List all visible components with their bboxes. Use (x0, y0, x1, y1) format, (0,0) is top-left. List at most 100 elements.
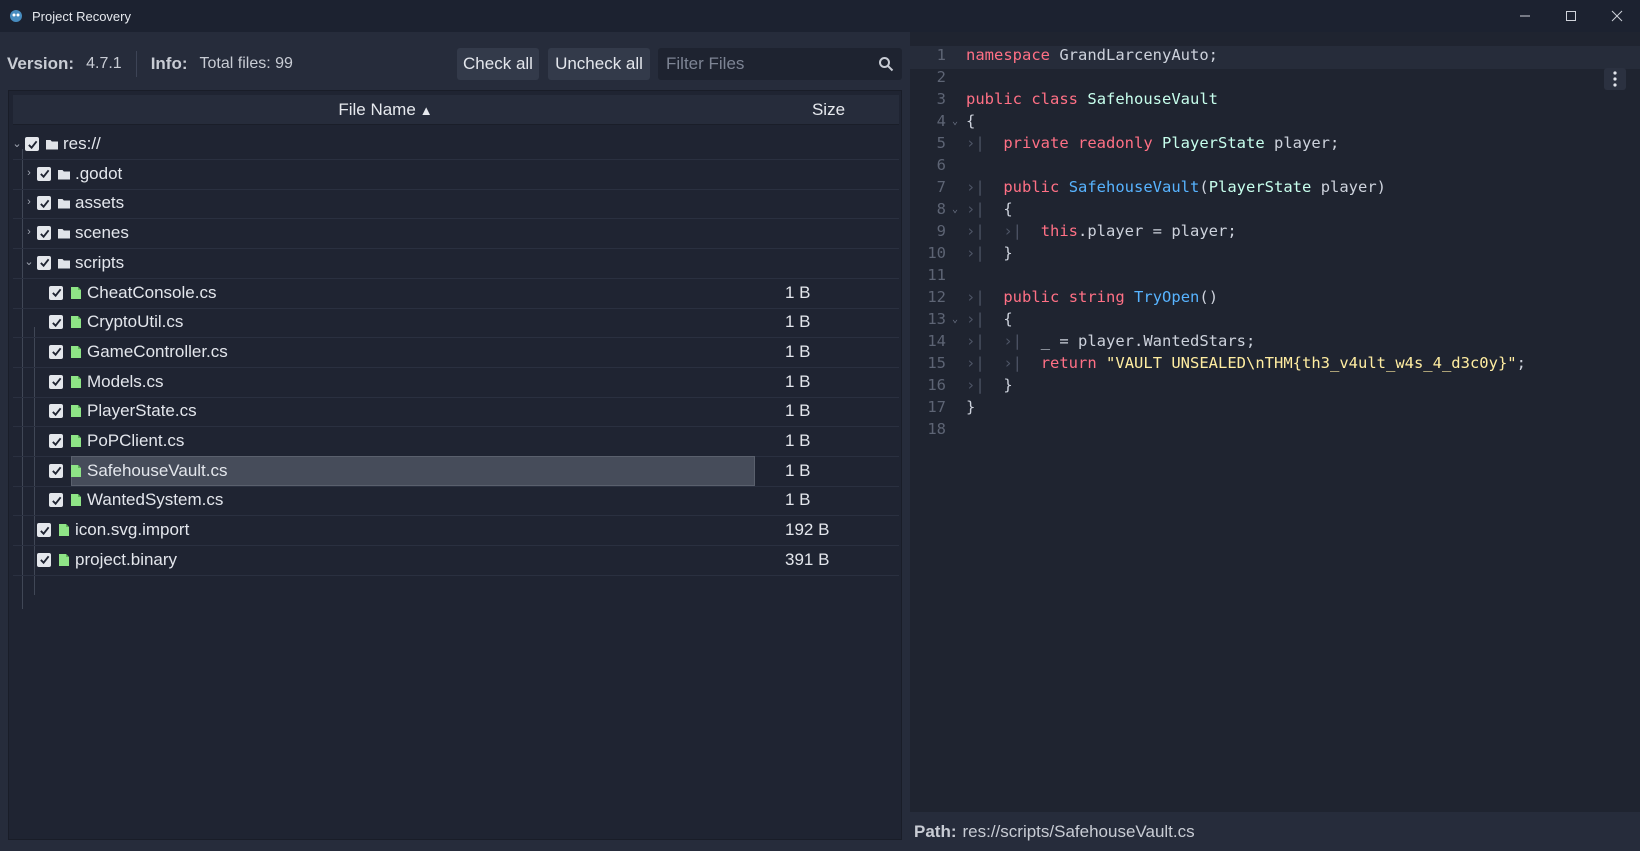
line-number: 10 (927, 244, 946, 262)
chevron-down-icon[interactable]: ⌄ (23, 256, 35, 268)
row-checkbox[interactable] (25, 137, 39, 151)
line-number: 7 (936, 178, 946, 196)
tree-row-file[interactable]: project.binary 391 B (13, 545, 899, 576)
row-checkbox[interactable] (37, 166, 51, 181)
code-token: return (1040, 354, 1097, 372)
chevron-right-icon[interactable]: › (23, 167, 35, 179)
minimize-button[interactable] (1502, 0, 1548, 32)
code-token: player) (1320, 178, 1387, 196)
code-line: 14 ›| ›| _ = player.WantedStars; (910, 332, 1640, 355)
code-line: 1 namespace GrandLarcenyAuto; (910, 46, 1640, 69)
code-content: ›| } (966, 244, 1013, 262)
row-size: 1 B (785, 431, 811, 450)
tree-row-file[interactable]: GameController.cs 1 B (13, 337, 899, 368)
title-bar: Project Recovery (0, 0, 1640, 32)
tree-row-file[interactable]: CheatConsole.cs 1 B (13, 278, 899, 309)
row-checkbox[interactable] (49, 404, 63, 419)
chevron-right-icon[interactable]: › (23, 196, 35, 208)
code-line: 6 (910, 156, 1640, 179)
row-checkbox[interactable] (49, 344, 63, 359)
row-checkbox[interactable] (37, 255, 51, 270)
filter-input[interactable] (666, 54, 866, 74)
tree-row-file[interactable]: WantedSystem.cs 1 B (13, 485, 899, 517)
code-token: class (1031, 90, 1079, 108)
maximize-icon (1566, 11, 1576, 21)
chevron-down-icon[interactable]: ⌄ (11, 137, 23, 150)
code-line: 17} (910, 398, 1640, 421)
info-value: Total files: 99 (199, 55, 293, 72)
row-checkbox[interactable] (37, 523, 51, 538)
row-size: 1 B (785, 312, 811, 332)
row-name: CryptoUtil.cs (87, 312, 184, 332)
code-token: public (966, 90, 1022, 108)
line-number: 13 (927, 310, 946, 328)
version-label: Version: (7, 54, 75, 73)
code-line: 15 ›| ›| return "VAULT UNSEALED\nTHM{th3_… (910, 354, 1640, 377)
chevron-right-icon[interactable]: › (23, 226, 35, 238)
row-checkbox[interactable] (49, 493, 63, 508)
window-controls (1502, 0, 1640, 32)
folder-icon (57, 196, 71, 210)
sort-ascending-icon: ▲ (419, 102, 433, 118)
column-header-size[interactable]: Size (758, 95, 899, 125)
tree-row-file[interactable]: PlayerState.cs 1 B (13, 396, 899, 428)
code-token: ( (1199, 178, 1209, 196)
row-checkbox[interactable] (49, 285, 63, 300)
tree-row-file[interactable]: Models.cs 1 B (13, 367, 899, 398)
code-token: _ = player.WantedStars; (1040, 332, 1256, 350)
row-name: PoPClient.cs (87, 431, 185, 450)
fold-chevron-icon[interactable]: ⌄ (952, 116, 958, 127)
row-checkbox[interactable] (49, 315, 63, 330)
tree-row-folder[interactable]: › scenes (13, 218, 899, 250)
editor-menu-button[interactable] (1604, 68, 1626, 90)
row-checkbox[interactable] (49, 434, 63, 448)
tab-marker: ›| (1003, 354, 1023, 372)
file-icon (69, 375, 83, 389)
tree-row-folder[interactable]: ⌄ res:// (11, 129, 899, 160)
tree-row-file[interactable]: SafehouseVault.cs 1 B (13, 455, 899, 487)
tab-marker: ›| (1003, 332, 1023, 350)
code-editor[interactable]: 1 namespace GrandLarcenyAuto; 2 3 public cla… (910, 46, 1640, 806)
path-value: res://scripts/SafehouseVault.cs (962, 821, 1195, 841)
tree-row-file[interactable]: CryptoUtil.cs 1 B (13, 307, 899, 339)
row-name: WantedSystem.cs (87, 490, 224, 510)
tab-marker: ›| (1003, 222, 1023, 240)
tab-marker: ›| (966, 244, 985, 262)
tree-row-folder[interactable]: › assets (13, 188, 899, 220)
code-token: public (1003, 178, 1060, 196)
file-icon (69, 286, 83, 300)
app-icon (10, 10, 22, 22)
maximize-button[interactable] (1548, 0, 1594, 32)
check-all-button[interactable]: Check all (457, 48, 539, 80)
code-content: ›| private readonly PlayerState player; (966, 134, 1339, 152)
row-name: SafehouseVault.cs (87, 460, 228, 480)
tab-marker: ›| (966, 288, 985, 306)
row-checkbox[interactable] (37, 552, 51, 567)
code-panel: 1 namespace GrandLarcenyAuto; 2 3 public cla… (910, 32, 1640, 851)
code-token: private (1003, 134, 1069, 152)
tree-row-file[interactable]: PoPClient.cs 1 B (13, 426, 899, 457)
code-line: 9 ›| ›| this.player = player; (910, 222, 1640, 245)
tree-row-folder[interactable]: ⌄ scripts (13, 248, 899, 279)
close-button[interactable] (1594, 0, 1640, 32)
search-icon[interactable] (878, 56, 894, 72)
row-checkbox[interactable] (37, 226, 51, 241)
row-name: res:// (63, 134, 101, 153)
code-token: PlayerState (1208, 178, 1312, 196)
tree-row-file[interactable]: icon.svg.import 192 B (13, 515, 899, 547)
code-content: namespace GrandLarcenyAuto; (966, 46, 1218, 64)
tree-row-folder[interactable]: › .godot (13, 159, 899, 190)
version-value: 4.7.1 (86, 55, 122, 72)
line-number: 9 (936, 222, 946, 240)
column-header-file-name[interactable]: File Name ▲ (13, 95, 758, 125)
row-checkbox[interactable] (49, 463, 63, 478)
fold-chevron-icon[interactable]: ⌄ (952, 314, 958, 325)
tab-marker: ›| (966, 376, 985, 394)
fold-chevron-icon[interactable]: ⌄ (952, 204, 958, 215)
row-checkbox[interactable] (49, 374, 63, 389)
code-content: { (966, 112, 975, 130)
row-checkbox[interactable] (37, 196, 51, 211)
code-content: } (966, 398, 975, 416)
uncheck-all-button[interactable]: Uncheck all (548, 48, 650, 80)
code-token: } (966, 398, 976, 416)
